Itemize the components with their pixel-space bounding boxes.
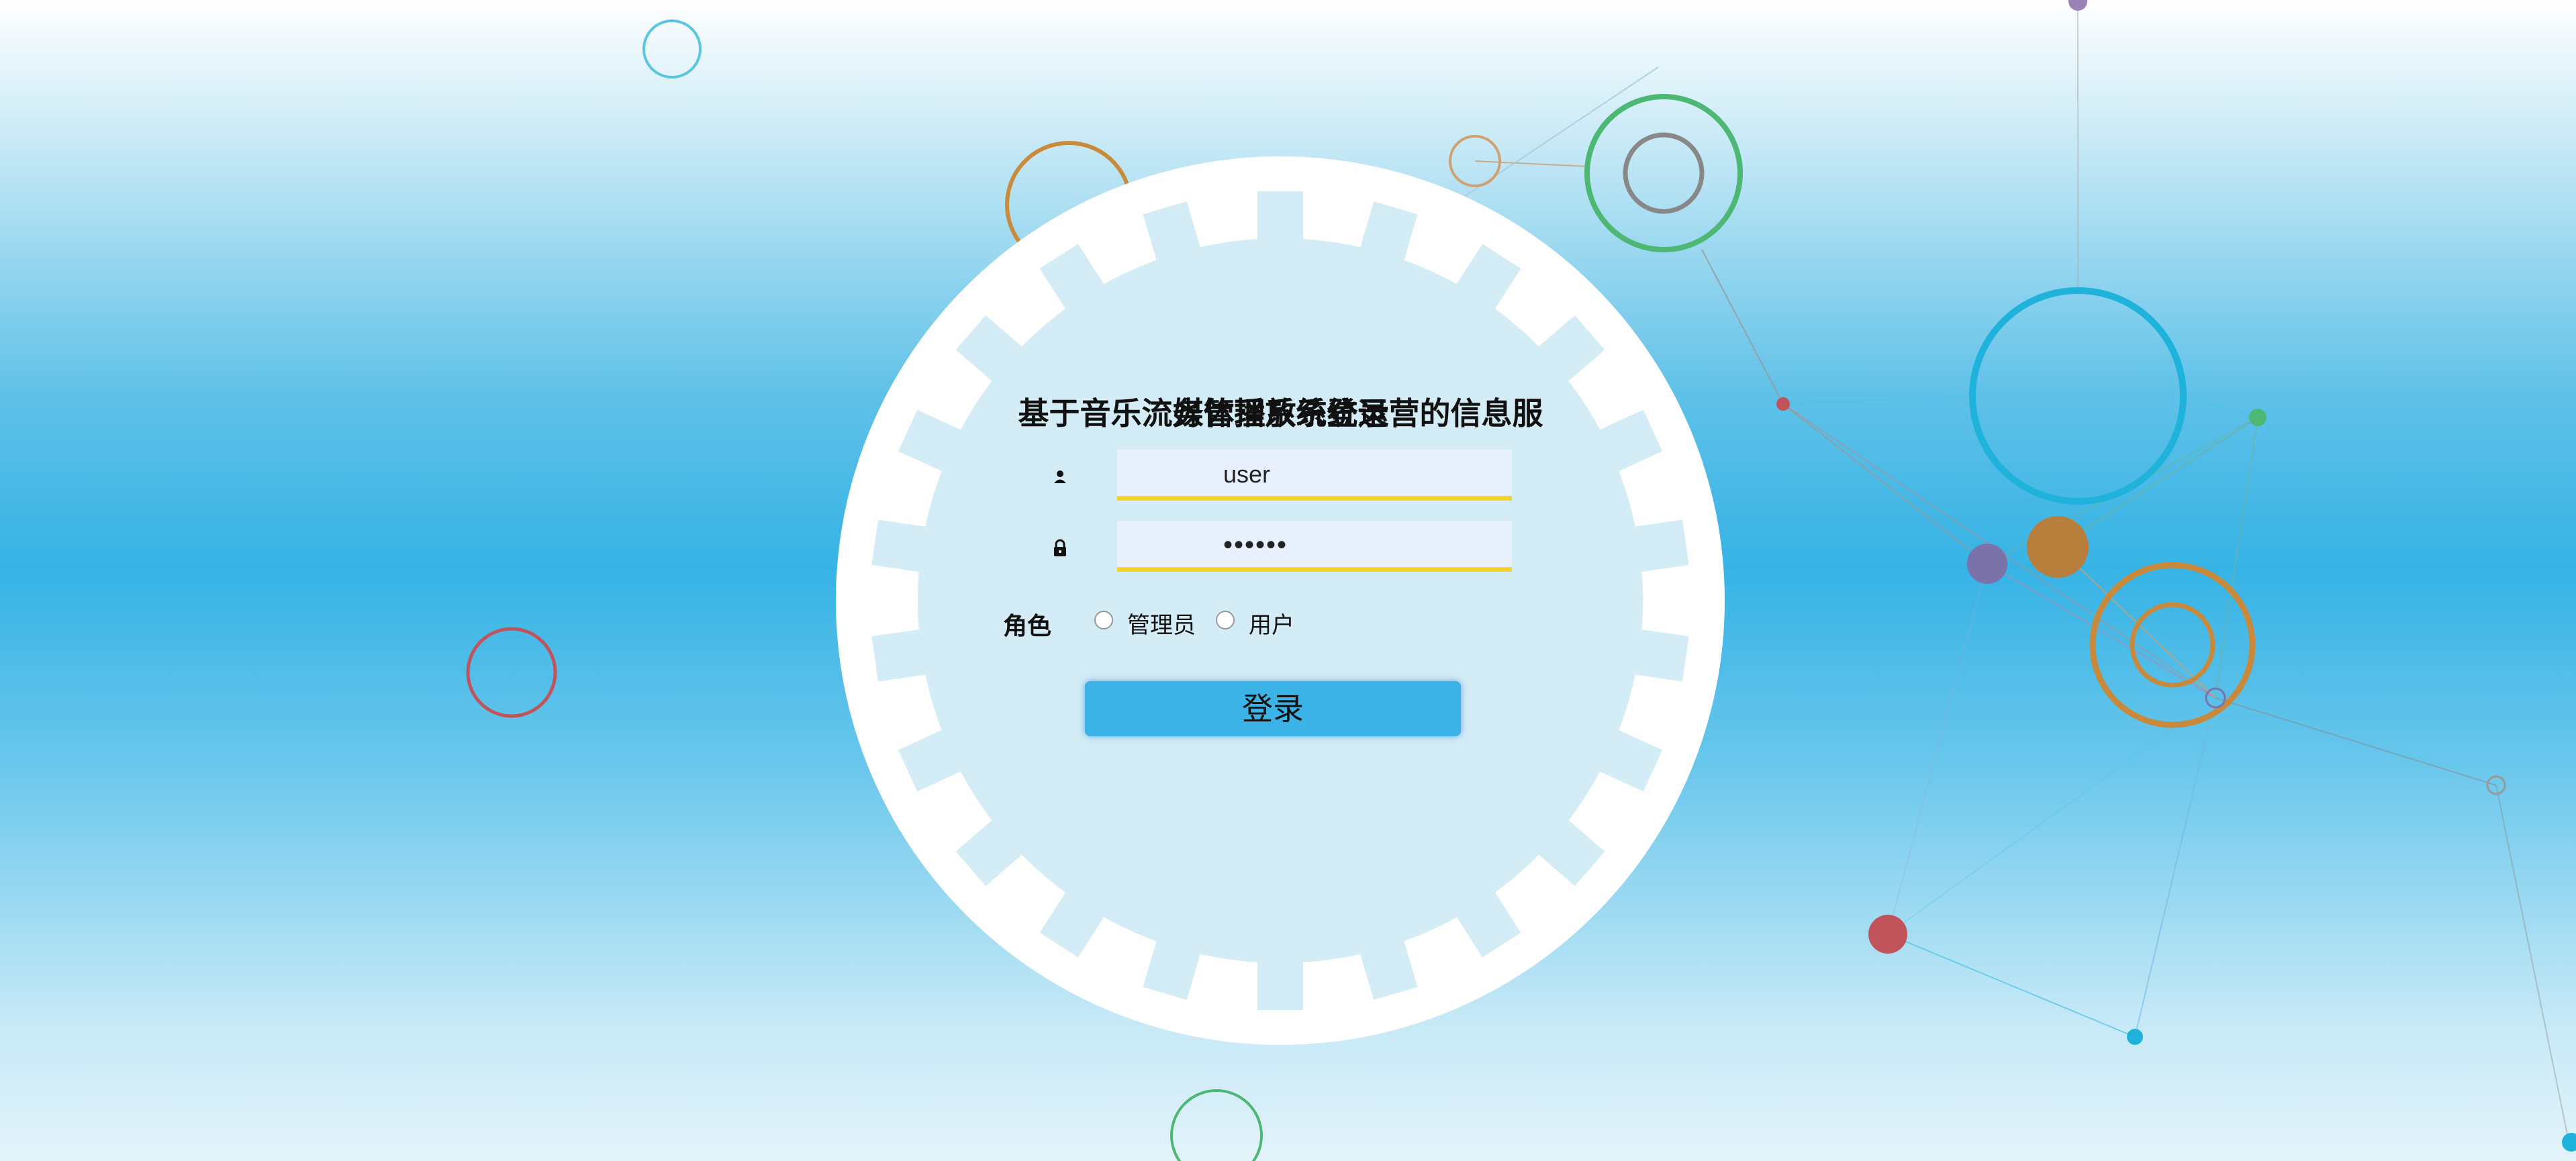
username-row: user (904, 450, 1658, 503)
login-button[interactable]: 登录 (1085, 681, 1461, 736)
password-row: •••••• (904, 521, 1658, 574)
role-radio-admin[interactable] (1094, 611, 1113, 629)
page-title: 基于音乐流媒体播放系统运营的信息服 务管理系统登录 (904, 389, 1658, 434)
role-option-admin[interactable]: 管理员 (1127, 607, 1196, 640)
role-label: 角色 (1003, 613, 1052, 640)
role-radio-user[interactable] (1216, 611, 1235, 629)
password-input[interactable]: •••••• (1117, 521, 1512, 572)
role-option-user[interactable]: 用户 (1249, 607, 1294, 640)
role-selector: 角色 管理员 用户 (1003, 604, 1473, 640)
title-line-b: 务管理系统登录 (1172, 395, 1389, 432)
login-form: 基于音乐流媒体播放系统运营的信息服 务管理系统登录 user •••••• 角色… (904, 362, 1658, 832)
username-input[interactable]: user (1117, 450, 1512, 501)
lock-icon (1054, 539, 1066, 556)
user-icon (1054, 470, 1066, 483)
